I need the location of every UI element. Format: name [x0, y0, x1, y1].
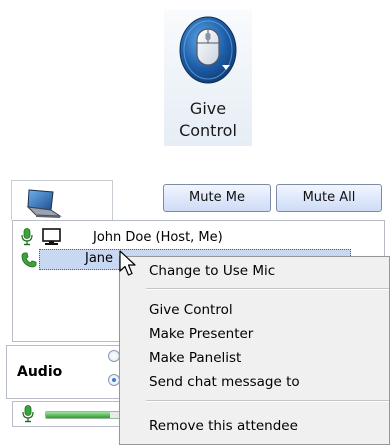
menu-separator: [146, 288, 389, 290]
menu-item-send-chat-message[interactable]: Send chat message to: [120, 370, 390, 394]
audio-label: Audio: [17, 364, 63, 380]
menu-item-change-to-use-mic[interactable]: Change to Use Mic: [120, 259, 390, 283]
give-control-label: Give Control: [179, 99, 237, 140]
mute-all-button[interactable]: Mute All: [276, 184, 382, 212]
attendee-context-menu: Change to Use Mic Give Control Make Pres…: [119, 256, 390, 445]
toolbar: Mute Me Mute All: [113, 180, 388, 220]
menu-item-make-panelist[interactable]: Make Panelist: [120, 346, 390, 370]
menu-item-make-presenter[interactable]: Make Presenter: [120, 322, 390, 346]
attendee-name: Jane: [85, 251, 114, 266]
audio-level-bar: [45, 411, 127, 419]
menu-separator: [146, 400, 389, 402]
mouse-icon: [179, 16, 237, 84]
audio-level-meter: [12, 401, 132, 427]
computer-icon: [26, 189, 62, 218]
menu-item-remove-attendee[interactable]: Remove this attendee: [120, 414, 390, 438]
microphone-icon: [21, 228, 33, 246]
attendee-name: John Doe (Host, Me): [93, 230, 223, 245]
mouse-pointer-icon: [119, 250, 136, 276]
give-control-button[interactable]: Give Control: [164, 9, 252, 146]
panel-tab[interactable]: [11, 180, 113, 220]
list-item[interactable]: John Doe (Host, Me): [13, 227, 353, 249]
phone-icon: [21, 252, 37, 268]
microphone-icon: [22, 405, 34, 423]
mute-me-button[interactable]: Mute Me: [163, 184, 271, 212]
audio-section: Audio: [6, 345, 126, 399]
audio-level-fill: [46, 412, 110, 418]
monitor-icon: [42, 228, 61, 245]
menu-item-give-control[interactable]: Give Control: [120, 298, 390, 322]
